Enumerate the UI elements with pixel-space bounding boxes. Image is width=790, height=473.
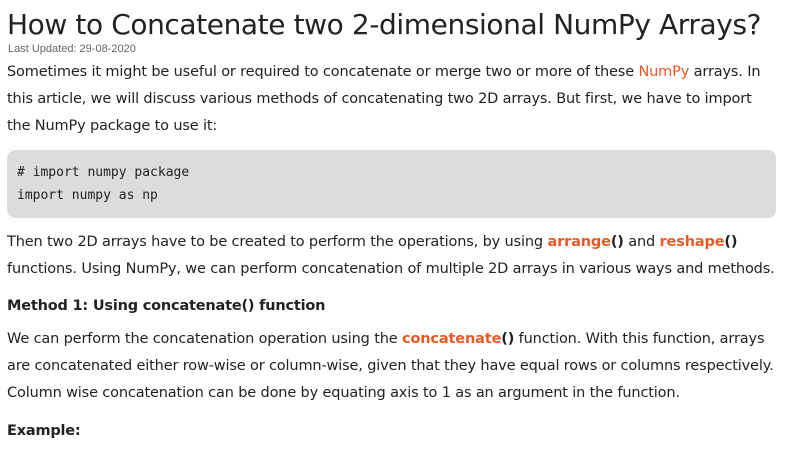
- intro-text-before-link: Sometimes it might be useful or required…: [7, 64, 639, 80]
- reshape-function-parens: (): [724, 234, 738, 250]
- concatenate-function-name: concatenate: [402, 331, 502, 347]
- arrange-function-name: arrange: [547, 234, 611, 250]
- para3-text: We can perform the concatenation operati…: [7, 331, 402, 347]
- concatenate-paragraph: We can perform the concatenation operati…: [7, 326, 776, 407]
- arrange-function-parens: (): [610, 234, 624, 250]
- concatenate-function: concatenate(): [402, 331, 514, 347]
- method-1-heading: Method 1: Using concatenate() function: [7, 298, 326, 314]
- reshape-function-name: reshape: [659, 234, 725, 250]
- concatenate-function-parens: (): [501, 331, 515, 347]
- example-heading: Example:: [7, 423, 81, 439]
- reshape-function: reshape(): [660, 234, 738, 250]
- code-line: import numpy as np: [17, 188, 158, 203]
- arrays-paragraph: Then two 2D arrays have to be created to…: [7, 229, 776, 283]
- article-page: How to Concatenate two 2-dimensional Num…: [0, 0, 790, 473]
- para2-text: and: [623, 234, 660, 250]
- code-block: # import numpy package import numpy as n…: [7, 150, 776, 218]
- para2-text: Then two 2D arrays have to be created to…: [7, 234, 548, 250]
- arrange-function: arrange(): [547, 234, 623, 250]
- article-title: How to Concatenate two 2-dimensional Num…: [7, 8, 762, 41]
- intro-paragraph: Sometimes it might be useful or required…: [7, 59, 776, 140]
- numpy-link[interactable]: NumPy: [638, 64, 689, 80]
- last-updated-date: Last Updated: 29-08-2020: [8, 43, 136, 55]
- code-line: # import numpy package: [17, 165, 190, 180]
- para2-text: functions. Using NumPy, we can perform c…: [7, 261, 775, 277]
